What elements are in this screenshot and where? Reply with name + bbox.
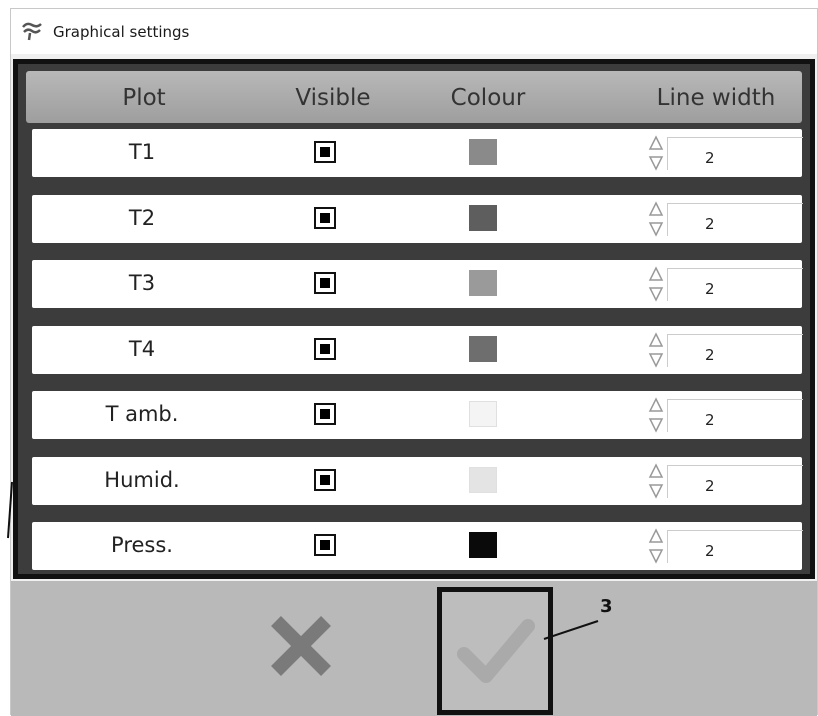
visible-checkbox[interactable] xyxy=(314,272,336,294)
line-width-spinner[interactable]: 2 xyxy=(647,200,807,239)
header-colour: Colour xyxy=(450,85,526,111)
app-icon xyxy=(21,21,43,41)
callout-leader-line xyxy=(543,620,599,640)
visible-checkbox[interactable] xyxy=(314,403,336,425)
line-width-field[interactable] xyxy=(667,333,803,367)
line-width-field[interactable] xyxy=(667,464,803,498)
line-width-value: 2 xyxy=(705,280,715,298)
plot-name: Press. xyxy=(111,533,173,557)
line-width-spinner[interactable]: 2 xyxy=(647,528,807,566)
visible-checkbox[interactable] xyxy=(314,141,336,163)
plot-name: T3 xyxy=(128,271,156,295)
plot-name: T4 xyxy=(128,336,156,361)
header-plot: Plot xyxy=(122,85,166,111)
spinner-arrows-icon[interactable] xyxy=(647,200,665,239)
header-visible: Visible xyxy=(295,85,371,111)
visible-checkbox[interactable] xyxy=(314,534,336,556)
table-header: Plot Visible Colour Line width xyxy=(26,71,802,123)
line-width-value: 2 xyxy=(705,476,715,495)
table-row: Humid. 2 xyxy=(32,456,803,505)
spinner-arrows-icon[interactable] xyxy=(647,331,665,370)
visible-checkbox[interactable] xyxy=(314,206,336,229)
window-title: Graphical settings xyxy=(53,23,190,41)
colour-swatch[interactable] xyxy=(469,204,497,231)
visible-checkbox[interactable] xyxy=(314,337,336,360)
confirm-button[interactable] xyxy=(437,587,553,715)
line-width-field[interactable] xyxy=(667,399,803,432)
table-row: T2 2 xyxy=(32,194,803,243)
callout-label-3: 3 xyxy=(600,596,613,617)
cross-icon xyxy=(266,616,336,685)
plot-name: T2 xyxy=(128,205,156,230)
plot-name: Humid. xyxy=(104,467,180,492)
colour-swatch[interactable] xyxy=(469,270,497,296)
line-width-value: 2 xyxy=(705,345,715,364)
line-width-value: 2 xyxy=(705,411,715,429)
colour-swatch[interactable] xyxy=(469,532,497,558)
checkmark-icon xyxy=(442,619,548,714)
line-width-spinner[interactable]: 2 xyxy=(647,462,807,501)
spinner-arrows-icon[interactable] xyxy=(647,528,665,566)
colour-swatch[interactable] xyxy=(469,139,497,165)
line-width-field[interactable] xyxy=(667,530,803,563)
line-width-field[interactable] xyxy=(667,137,803,170)
spinner-arrows-icon[interactable] xyxy=(647,135,665,173)
callout-leader-line-left xyxy=(7,481,13,539)
table-row: T4 2 xyxy=(32,325,803,374)
table-row: T amb. 2 xyxy=(32,391,803,439)
line-width-value: 2 xyxy=(705,149,715,167)
line-width-spinner[interactable]: 2 xyxy=(647,135,807,173)
line-width-spinner[interactable]: 2 xyxy=(647,331,807,370)
line-width-value: 2 xyxy=(705,214,715,233)
line-width-field[interactable] xyxy=(667,202,803,236)
line-width-value: 2 xyxy=(705,542,715,560)
visible-checkbox[interactable] xyxy=(314,468,336,491)
line-width-spinner[interactable]: 2 xyxy=(647,397,807,435)
table-row: T3 2 xyxy=(32,260,803,308)
plot-name: T amb. xyxy=(105,402,179,426)
cancel-button[interactable] xyxy=(266,611,336,681)
table-row: T1 2 xyxy=(32,129,803,177)
header-line-width: Line width xyxy=(656,85,776,111)
spinner-arrows-icon[interactable] xyxy=(647,397,665,435)
dialog-footer xyxy=(11,581,817,716)
plot-settings-table: Plot Visible Colour Line width T1 2 T2 2 T3 2… xyxy=(13,59,815,579)
plot-name: T1 xyxy=(128,140,156,164)
spinner-arrows-icon[interactable] xyxy=(647,462,665,501)
colour-swatch[interactable] xyxy=(469,401,497,427)
colour-swatch[interactable] xyxy=(469,466,497,493)
title-bar: Graphical settings xyxy=(11,9,817,54)
spinner-arrows-icon[interactable] xyxy=(647,266,665,304)
table-row: Press. 2 xyxy=(32,522,803,570)
colour-swatch[interactable] xyxy=(469,335,497,362)
line-width-spinner[interactable]: 2 xyxy=(647,266,807,304)
line-width-field[interactable] xyxy=(667,268,803,301)
graphical-settings-window: Graphical settings Plot Visible Colour L… xyxy=(10,8,818,716)
